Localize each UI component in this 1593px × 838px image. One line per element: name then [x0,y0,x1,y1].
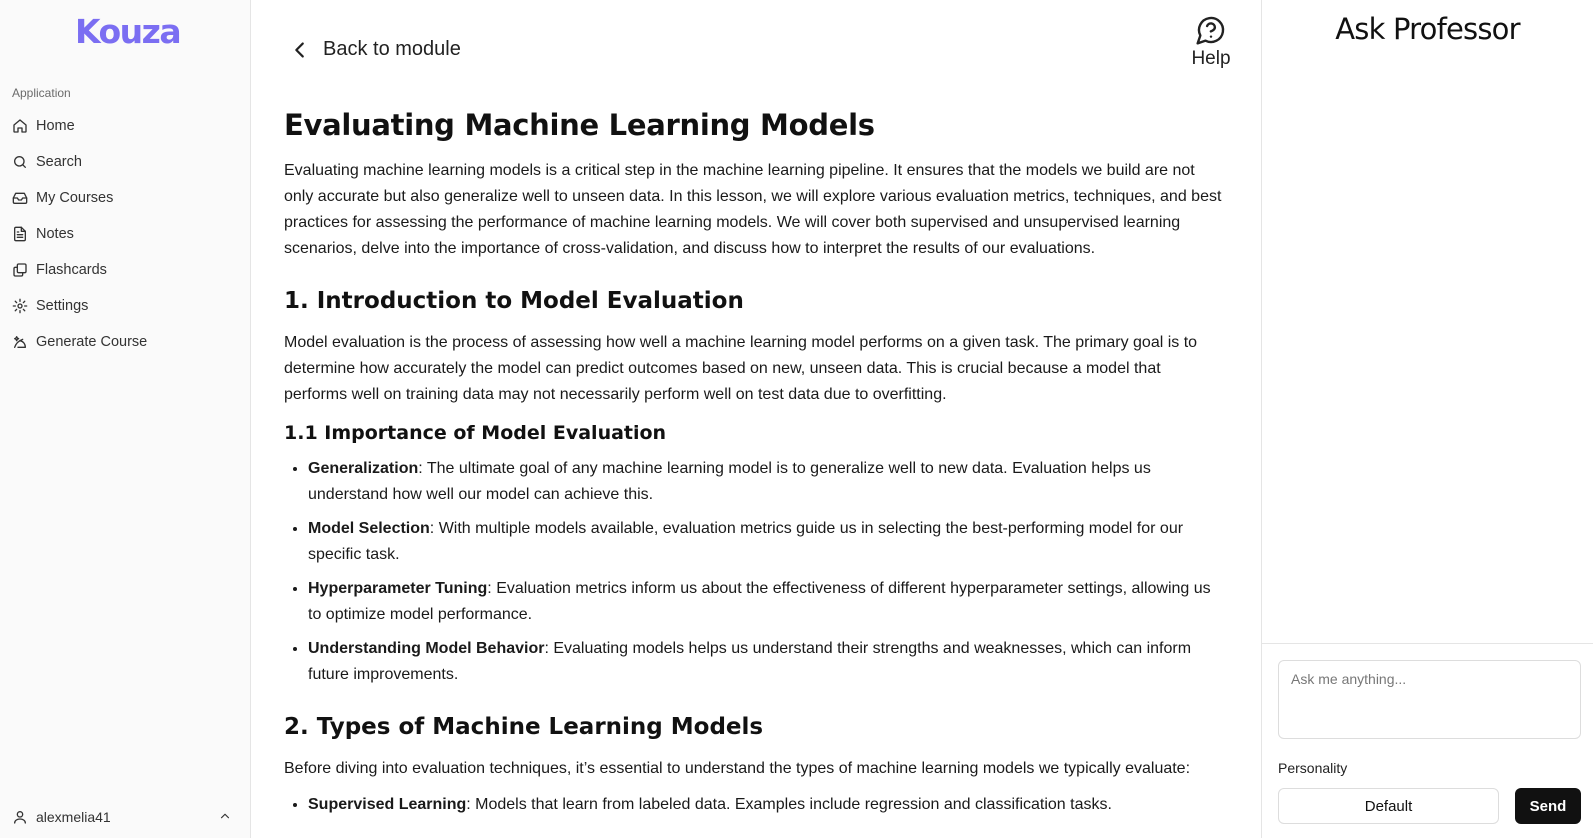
sidebar-item-home[interactable]: Home [0,108,250,144]
list-item-term: Generalization [308,460,419,477]
list-item-text: : With multiple models available, evalua… [308,520,1184,563]
sidebar-item-label: My Courses [36,190,114,206]
inbox-icon [12,190,28,206]
list-item-term: Supervised Learning [308,796,467,813]
page-title: Evaluating Machine Learning Models [284,108,875,142]
section-heading: 2. Types of Machine Learning Models [284,714,764,740]
sparkle-icon [12,334,28,350]
username: alexmelia41 [36,809,111,825]
file-text-icon [12,226,28,242]
user-menu[interactable]: alexmelia41 [0,796,250,838]
sidebar: Kouza Application Home Search My Courses… [0,0,251,838]
personality-label: Personality [1278,760,1348,776]
list-item-term: Understanding Model Behavior [308,640,545,657]
list-item: Hyperparameter Tuning: Evaluation metric… [308,576,1224,628]
divider [1262,643,1593,644]
chevron-up-icon[interactable] [218,809,232,823]
sidebar-item-label: Home [36,118,75,134]
home-icon [12,118,28,134]
sidebar-item-label: Notes [36,226,74,242]
list-item-term: Hyperparameter Tuning [308,580,488,597]
section-paragraph: Model evaluation is the process of asses… [284,334,1198,403]
sidebar-item-settings[interactable]: Settings [0,288,250,324]
list-item: Supervised Learning: Models that learn f… [308,792,1224,818]
sidebar-item-generate-course[interactable]: Generate Course [0,324,250,360]
list-item-text: : Models that learn from labeled data. E… [466,796,1112,813]
back-to-module-link[interactable]: Back to module [289,38,461,61]
help-button[interactable]: Help [1186,14,1236,70]
sidebar-item-label: Settings [36,298,89,314]
list-item: Model Selection: With multiple models av… [308,516,1224,568]
gear-icon [12,298,28,314]
intro-paragraph: Evaluating machine learning models is a … [284,162,1222,257]
sidebar-item-notes[interactable]: Notes [0,216,250,252]
list-item-text: : The ultimate goal of any machine learn… [308,460,1151,503]
help-label: Help [1191,48,1231,69]
send-button[interactable]: Send [1515,788,1581,824]
ask-professor-panel: Ask Professor Personality Default Send [1261,0,1593,838]
personality-select[interactable]: Default [1278,788,1499,824]
sidebar-nav: Home Search My Courses Notes Flashcards [0,108,250,360]
section-paragraph: Before diving into evaluation techniques… [284,760,1191,777]
bullet-list: Generalization: The ultimate goal of any… [284,456,1224,688]
main-content: Back to module Help Evaluating Machine L… [251,0,1261,838]
sidebar-item-search[interactable]: Search [0,144,250,180]
search-icon [12,154,28,170]
ask-input[interactable] [1278,660,1581,739]
sidebar-item-label: Search [36,154,82,170]
back-label: Back to module [323,38,461,60]
chevron-left-icon [295,41,304,58]
sidebar-item-label: Generate Course [36,334,148,350]
subsection-heading: 1.1 Importance of Model Evaluation [284,422,667,444]
sidebar-item-label: Flashcards [36,262,107,278]
help-chat-icon [1196,16,1225,45]
sidebar-item-flashcards[interactable]: Flashcards [0,252,250,288]
section-heading: 1. Introduction to Model Evaluation [284,288,744,314]
logo[interactable]: Kouza [75,12,182,51]
list-item: Generalization: The ultimate goal of any… [308,456,1224,508]
sidebar-item-my-courses[interactable]: My Courses [0,180,250,216]
list-item-term: Model Selection [308,520,430,537]
bullet-list: Supervised Learning: Models that learn f… [284,792,1224,818]
list-item: Understanding Model Behavior: Evaluating… [308,636,1224,688]
section-label: Application [12,86,71,100]
lesson-article: Evaluating Machine Learning Models Evalu… [284,100,1224,826]
cards-icon [12,262,28,278]
user-icon [12,809,28,825]
panel-title: Ask Professor [1335,12,1520,46]
